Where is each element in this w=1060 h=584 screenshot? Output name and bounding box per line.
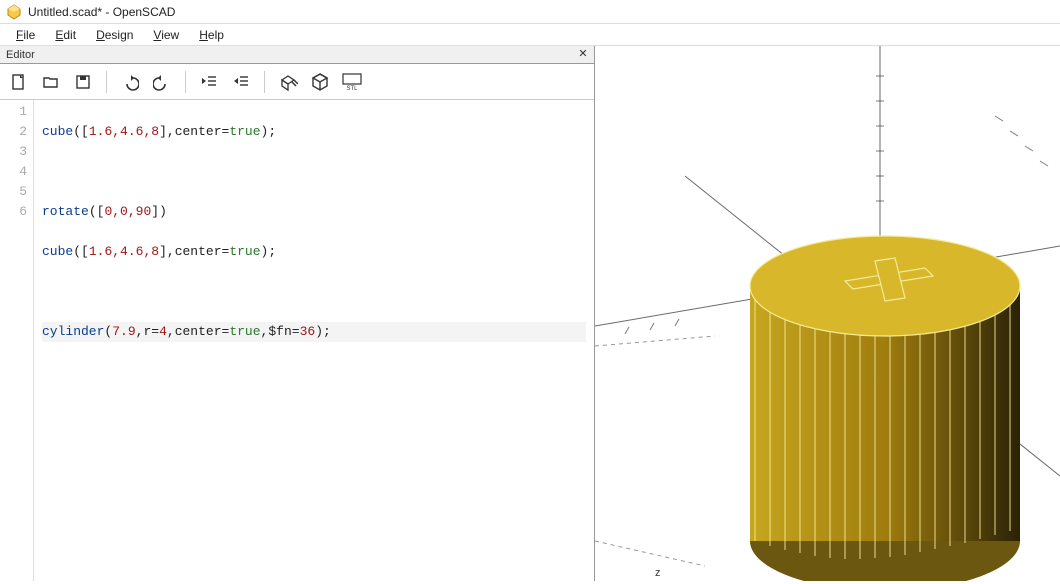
redo-button[interactable] — [151, 71, 173, 93]
toolbar-separator — [185, 71, 186, 93]
line-number: 1 — [0, 102, 27, 122]
svg-text:STL: STL — [346, 86, 358, 92]
export-stl-button[interactable]: STL — [341, 71, 363, 93]
code-area[interactable]: cube([1.6,4.6,8],center=true); rotate([0… — [34, 100, 594, 581]
titlebar: Untitled.scad* - OpenSCAD — [0, 0, 1060, 24]
undo-button[interactable] — [119, 71, 141, 93]
code-line: cube([1.6,4.6,8],center=true); — [42, 242, 586, 262]
code-line — [42, 162, 586, 182]
unindent-button[interactable] — [198, 71, 220, 93]
line-number: 6 — [0, 202, 27, 222]
viewport-3d[interactable]: z — [595, 46, 1060, 581]
toolbar-separator — [264, 71, 265, 93]
line-gutter: 1 2 3 4 5 6 — [0, 100, 34, 581]
menu-view[interactable]: View — [143, 26, 189, 44]
editor-title: Editor — [6, 49, 35, 61]
indent-button[interactable] — [230, 71, 252, 93]
menubar: File Edit Design View Help — [0, 24, 1060, 46]
render-button[interactable] — [309, 71, 331, 93]
editor-header: Editor ✕ — [0, 46, 594, 64]
menu-help[interactable]: Help — [189, 26, 234, 44]
line-number: 3 — [0, 142, 27, 162]
app-icon — [6, 4, 22, 20]
editor-pane: Editor ✕ STL 1 2 3 4 5 6 — [0, 46, 595, 581]
open-button[interactable] — [40, 71, 62, 93]
toolbar-separator — [106, 71, 107, 93]
new-button[interactable] — [8, 71, 30, 93]
model-cylinder — [750, 236, 1020, 581]
save-button[interactable] — [72, 71, 94, 93]
code-line: rotate([0,0,90]) — [42, 202, 586, 222]
preview-button[interactable] — [277, 71, 299, 93]
menu-edit[interactable]: Edit — [45, 26, 86, 44]
window-title: Untitled.scad* - OpenSCAD — [28, 5, 175, 19]
line-number: 4 — [0, 162, 27, 182]
viewport-pane[interactable]: z — [595, 46, 1060, 581]
editor-close-button[interactable]: ✕ — [576, 47, 590, 61]
editor-body[interactable]: 1 2 3 4 5 6 cube([1.6,4.6,8],center=true… — [0, 100, 594, 581]
menu-design[interactable]: Design — [86, 26, 143, 44]
axis-label-z: z — [655, 567, 661, 579]
line-number: 2 — [0, 122, 27, 142]
line-number: 5 — [0, 182, 27, 202]
code-line: cylinder(7.9,r=4,center=true,$fn=36); — [42, 322, 586, 342]
menu-file[interactable]: File — [6, 26, 45, 44]
editor-toolbar: STL — [0, 64, 594, 100]
code-line: cube([1.6,4.6,8],center=true); — [42, 122, 586, 142]
main: Editor ✕ STL 1 2 3 4 5 6 — [0, 46, 1060, 581]
code-line — [42, 282, 586, 302]
